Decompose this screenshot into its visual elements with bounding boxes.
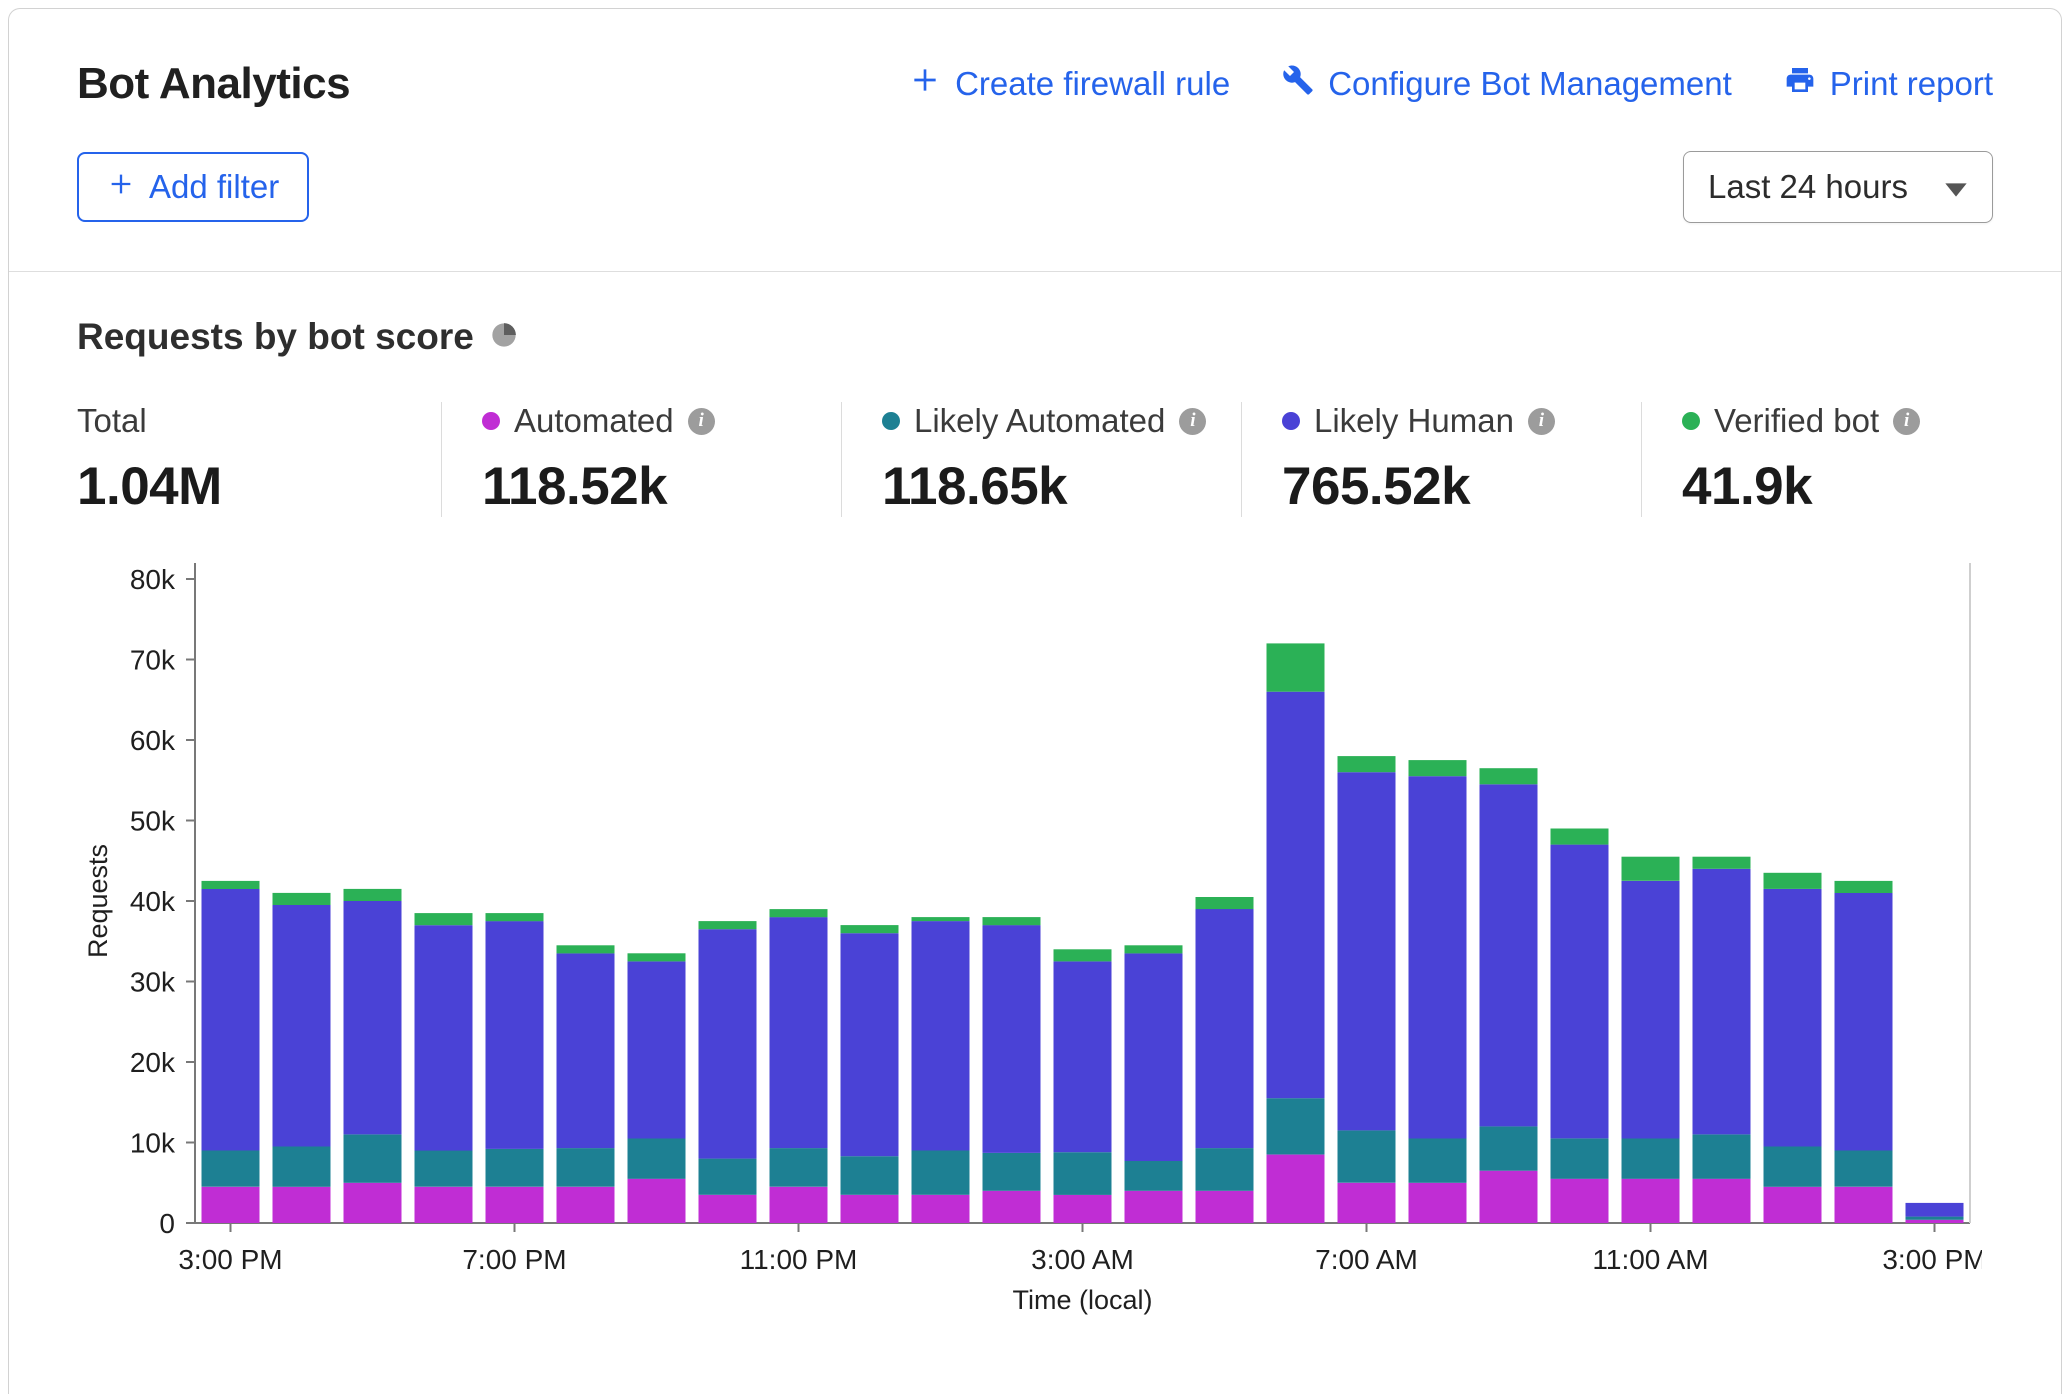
automated-legend-dot (482, 412, 500, 430)
svg-text:10k: 10k (130, 1128, 176, 1159)
bot-analytics-card: Bot Analytics Create firewall rule Confi… (8, 8, 2062, 1394)
verified-bot-legend-dot (1682, 412, 1700, 430)
svg-text:3:00 PM: 3:00 PM (178, 1244, 282, 1275)
stat-automated-value: 118.52k (482, 456, 841, 517)
likely-human-legend-dot (1282, 412, 1300, 430)
info-icon[interactable]: i (1528, 408, 1555, 435)
wrench-icon (1282, 64, 1314, 104)
stat-likely-human: Likely Human i 765.52k (1241, 402, 1641, 517)
svg-text:70k: 70k (130, 645, 176, 676)
create-firewall-rule-link[interactable]: Create firewall rule (909, 64, 1230, 104)
stat-verified-bot: Verified bot i 41.9k (1641, 402, 1993, 517)
stat-verified-bot-label: Verified bot (1714, 402, 1879, 440)
print-report-label: Print report (1830, 65, 1993, 103)
add-filter-label: Add filter (149, 168, 279, 206)
card-content: Requests by bot score Total 1.04M Automa… (9, 272, 2061, 1328)
stat-automated-label: Automated (514, 402, 674, 440)
card-header: Bot Analytics Create firewall rule Confi… (9, 9, 2061, 272)
svg-text:40k: 40k (130, 886, 176, 917)
time-range-value: Last 24 hours (1708, 168, 1908, 206)
configure-bot-management-label: Configure Bot Management (1328, 65, 1732, 103)
svg-text:80k: 80k (130, 564, 176, 595)
create-firewall-rule-label: Create firewall rule (955, 65, 1230, 103)
svg-text:20k: 20k (130, 1047, 176, 1078)
plus-icon (909, 64, 941, 104)
info-icon[interactable]: i (1179, 408, 1206, 435)
svg-text:11:00 PM: 11:00 PM (740, 1244, 858, 1275)
time-range-dropdown[interactable]: Last 24 hours (1683, 151, 1993, 223)
printer-icon (1784, 64, 1816, 104)
stat-automated: Automated i 118.52k (441, 402, 841, 517)
likely-automated-legend-dot (882, 412, 900, 430)
plus-icon (107, 168, 135, 206)
print-report-link[interactable]: Print report (1784, 64, 1993, 104)
page-title: Bot Analytics (77, 59, 350, 109)
svg-text:7:00 AM: 7:00 AM (1315, 1244, 1418, 1275)
stat-likely-automated-value: 118.65k (882, 456, 1241, 517)
stat-verified-bot-value: 41.9k (1682, 456, 1993, 517)
stat-total-label: Total (77, 402, 147, 440)
svg-text:7:00 PM: 7:00 PM (462, 1244, 566, 1275)
stat-likely-human-value: 765.52k (1282, 456, 1641, 517)
stat-likely-human-label: Likely Human (1314, 402, 1514, 440)
svg-text:11:00 AM: 11:00 AM (1592, 1244, 1708, 1275)
stat-likely-automated-label: Likely Automated (914, 402, 1165, 440)
svg-text:3:00 PM: 3:00 PM (1882, 1244, 1982, 1275)
info-icon[interactable]: i (688, 408, 715, 435)
svg-text:50k: 50k (130, 806, 176, 837)
stacked-bar-chart: 0 10k 20k 30k 40k 50k 60k 70k 80k 3:00 PM 7:00 PM 1… (77, 543, 1982, 1323)
info-icon[interactable]: i (1893, 408, 1920, 435)
stat-total-value: 1.04M (77, 456, 441, 517)
svg-text:30k: 30k (130, 967, 176, 998)
pie-chart-icon (490, 321, 518, 354)
stat-total: Total 1.04M (77, 402, 441, 517)
svg-text:0: 0 (159, 1208, 175, 1239)
svg-text:Requests: Requests (83, 844, 113, 958)
configure-bot-management-link[interactable]: Configure Bot Management (1282, 64, 1732, 104)
stat-likely-automated: Likely Automated i 118.65k (841, 402, 1241, 517)
svg-text:60k: 60k (130, 725, 176, 756)
section-title: Requests by bot score (77, 316, 474, 358)
svg-text:3:00 AM: 3:00 AM (1031, 1244, 1134, 1275)
requests-by-bot-score-chart: 0 10k 20k 30k 40k 50k 60k 70k 80k 3:00 PM 7:00 PM 1… (77, 543, 1993, 1328)
add-filter-button[interactable]: Add filter (77, 152, 309, 222)
svg-text:Time (local): Time (local) (1012, 1285, 1152, 1315)
header-actions: Create firewall rule Configure Bot Manag… (909, 64, 1993, 104)
chevron-down-icon (1944, 168, 1968, 206)
stats-row: Total 1.04M Automated i 118.52k Likely A… (77, 402, 1993, 517)
